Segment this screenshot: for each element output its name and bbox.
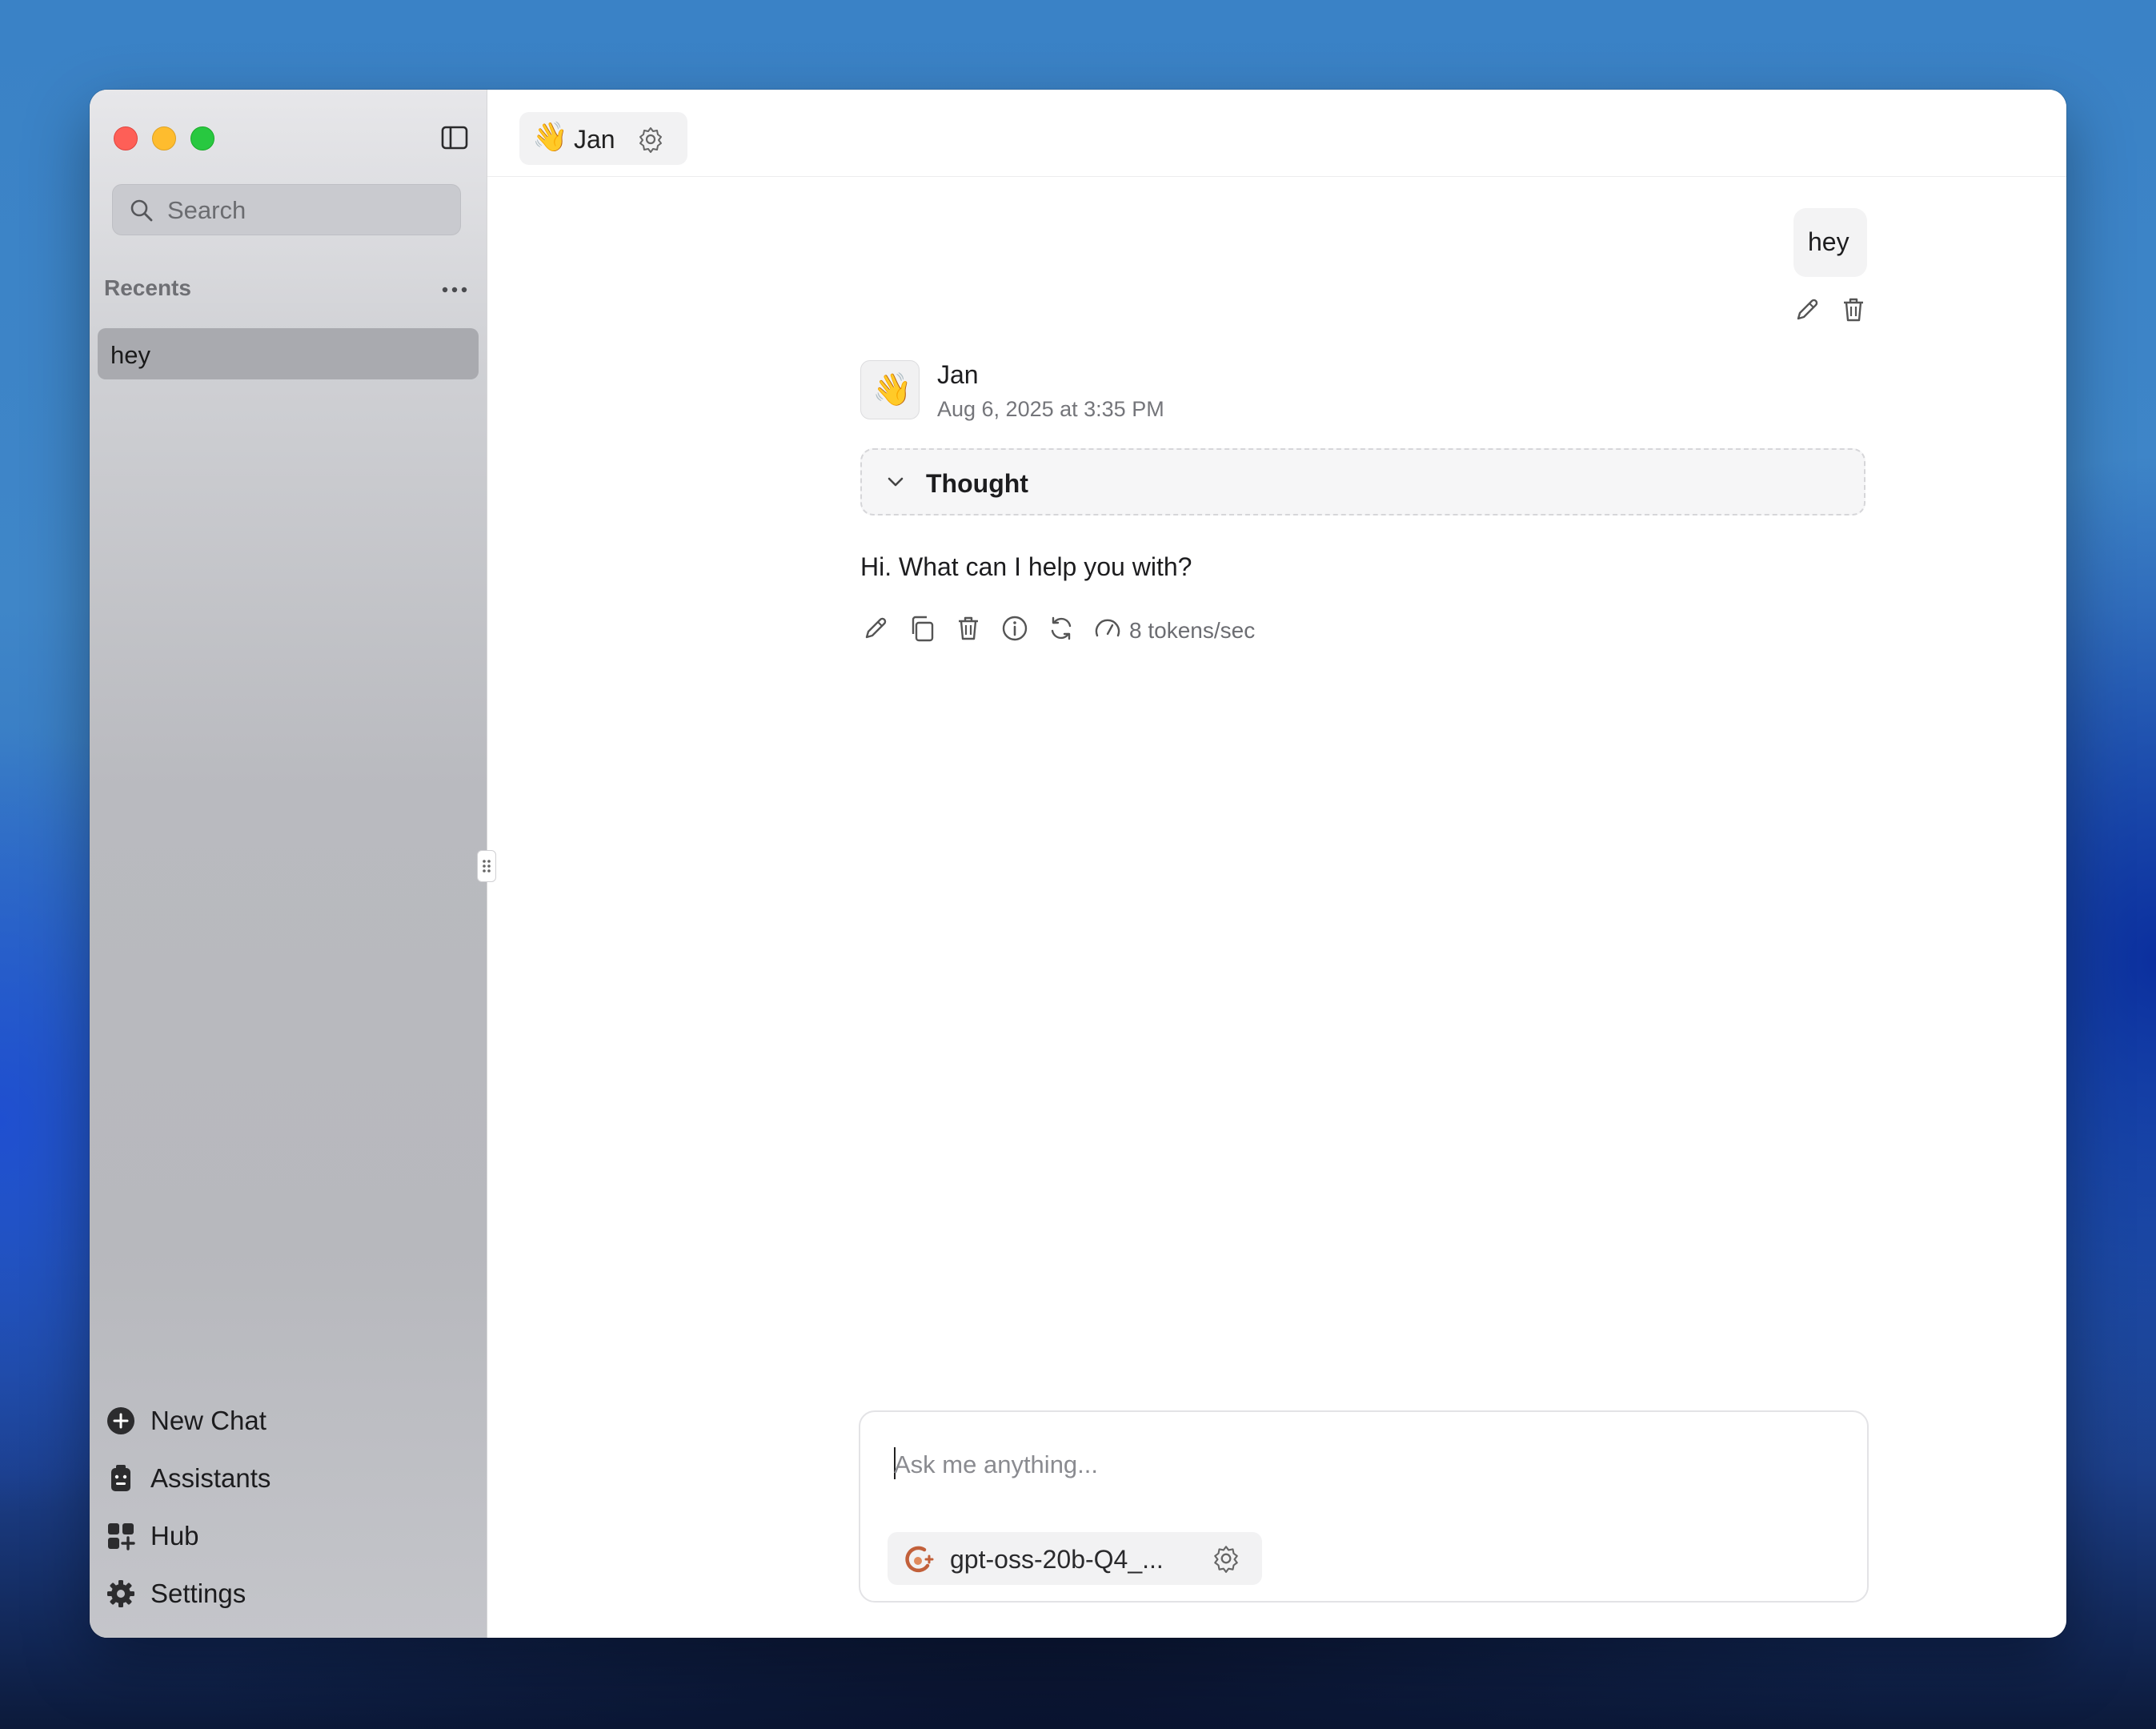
info-icon[interactable] — [1000, 613, 1030, 644]
message-composer: gpt-oss-20b-Q4_... — [859, 1410, 1869, 1603]
model-selector[interactable]: gpt-oss-20b-Q4_... — [888, 1532, 1262, 1585]
nav-assistants-label: Assistants — [150, 1463, 271, 1493]
window-close-button[interactable] — [114, 126, 138, 150]
assistant-name: Jan — [574, 125, 615, 154]
model-provider-icon — [904, 1543, 936, 1575]
user-message-text: hey — [1808, 227, 1849, 256]
thought-label: Thought — [926, 469, 1028, 498]
speedometer-icon — [1092, 613, 1123, 644]
assistant-avatar-emoji: 👋 — [872, 372, 912, 407]
user-message-bubble: hey — [1793, 208, 1867, 277]
chat-pane: 👋 Jan hey 👋 Jan Aug 6, 2025 at 3:35 PM T… — [487, 90, 2066, 1638]
recent-chat-label: hey — [110, 341, 150, 369]
search-box[interactable] — [112, 184, 461, 236]
search-icon — [129, 198, 154, 223]
delete-icon[interactable] — [953, 613, 984, 644]
assistant-settings-icon[interactable] — [636, 125, 665, 154]
resize-handle[interactable] — [477, 850, 496, 882]
chevron-down-icon — [883, 469, 908, 495]
nav-hub[interactable]: Hub — [106, 1513, 458, 1558]
search-input[interactable] — [166, 185, 449, 236]
message-timestamp: Aug 6, 2025 at 3:35 PM — [937, 397, 1164, 421]
sidebar-toggle-icon[interactable] — [439, 122, 471, 154]
recent-chat-item[interactable]: hey — [98, 328, 479, 379]
plus-circle-icon — [106, 1406, 136, 1436]
nav-new-chat-label: New Chat — [150, 1406, 266, 1435]
model-settings-icon[interactable] — [1211, 1543, 1241, 1574]
edit-icon[interactable] — [860, 613, 891, 644]
gear-icon — [106, 1579, 136, 1609]
copy-icon[interactable] — [907, 613, 937, 644]
chat-header: 👋 Jan — [487, 90, 2066, 177]
window-minimize-button[interactable] — [152, 126, 176, 150]
nav-new-chat[interactable]: New Chat — [106, 1398, 458, 1442]
regenerate-icon[interactable] — [1046, 613, 1076, 644]
assistant-emoji: 👋 — [532, 120, 568, 153]
nav-hub-label: Hub — [150, 1521, 199, 1550]
delete-message-icon[interactable] — [1838, 295, 1869, 325]
edit-message-icon[interactable] — [1792, 295, 1822, 325]
assistant-reply-text: Hi. What can I help you with? — [860, 552, 1192, 581]
recents-heading: Recents — [104, 275, 191, 300]
grid-plus-icon — [106, 1521, 136, 1551]
nav-settings-label: Settings — [150, 1579, 246, 1608]
assistant-avatar: 👋 — [860, 360, 920, 419]
assistant-message-name: Jan — [937, 360, 979, 389]
assistant-icon — [106, 1463, 136, 1494]
nav-assistants[interactable]: Assistants — [106, 1455, 458, 1500]
sidebar: Recents hey New Chat Assistants Hub — [90, 90, 487, 1638]
chat-input[interactable] — [892, 1444, 1816, 1486]
more-options-icon[interactable] — [439, 275, 471, 304]
tokens-per-sec: 8 tokens/sec — [1129, 618, 1256, 643]
message-actions: 8 tokens/sec — [860, 613, 1340, 648]
assistant-selector[interactable]: 👋 Jan — [519, 112, 687, 165]
window-zoom-button[interactable] — [190, 126, 214, 150]
app-window: Recents hey New Chat Assistants Hub — [90, 90, 2066, 1638]
nav-settings[interactable]: Settings — [106, 1571, 458, 1615]
model-name: gpt-oss-20b-Q4_... — [950, 1545, 1164, 1574]
thought-collapsible[interactable]: Thought — [860, 448, 1865, 515]
